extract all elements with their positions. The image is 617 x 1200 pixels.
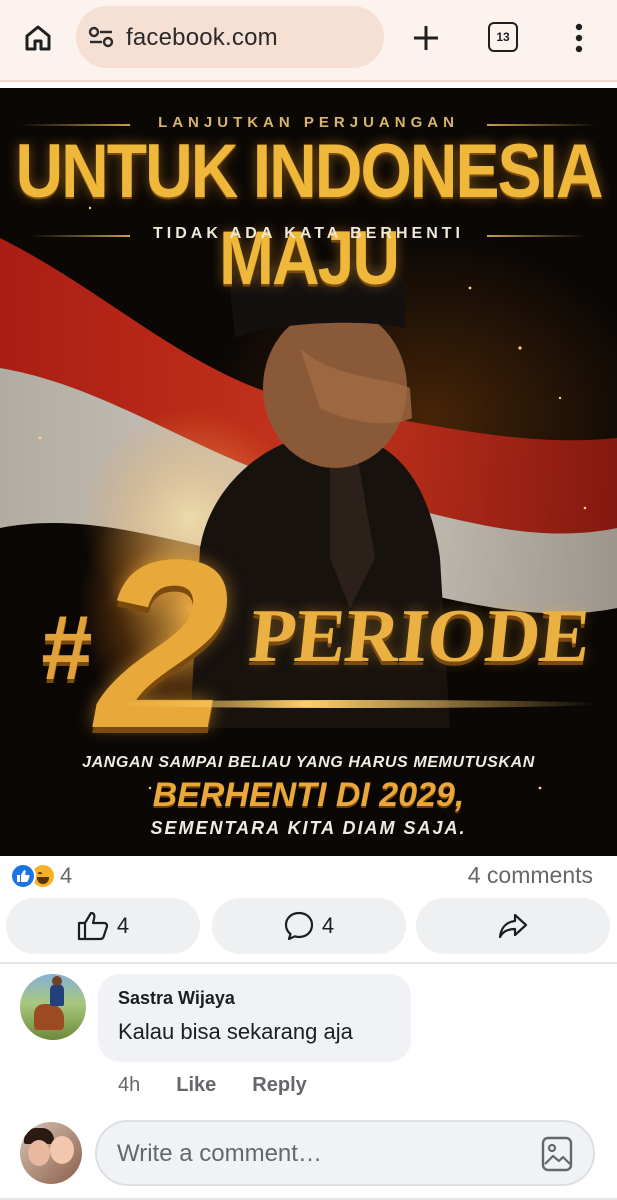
- section-divider: [0, 962, 617, 964]
- avatar-face-2: [50, 1136, 74, 1164]
- poster-swoosh: [110, 700, 600, 708]
- site-settings-icon[interactable]: [88, 25, 114, 49]
- poster-periode: PERIODE: [245, 594, 594, 678]
- poster-headline: UNTUK INDONESIA MAJU: [15, 127, 603, 301]
- toolbar-divider: [0, 80, 617, 82]
- poster-number: 2: [96, 510, 230, 778]
- tab-count: 13: [496, 30, 510, 44]
- comment-input-placeholder: Write a comment…: [117, 1140, 322, 1167]
- avatar-face-1: [28, 1140, 50, 1166]
- avatar-horse: [34, 1004, 64, 1030]
- like-count: 4: [116, 913, 130, 938]
- comment-like-link[interactable]: Like: [176, 1074, 216, 1097]
- comment-reply-link[interactable]: Reply: [252, 1074, 306, 1097]
- like-button[interactable]: 4: [6, 898, 200, 954]
- address-bar[interactable]: facebook.com: [76, 6, 384, 68]
- share-arrow-icon: [498, 913, 528, 939]
- poster-subheadline: TIDAK ADA KATA BERHENTI: [153, 225, 464, 242]
- image-icon[interactable]: [541, 1136, 573, 1172]
- avatar-head: [52, 976, 62, 986]
- poster-line-2: BERHENTI DI 2029,: [152, 776, 465, 814]
- tab-switcher-icon[interactable]: 13: [488, 22, 518, 52]
- reaction-count: 4: [60, 863, 73, 888]
- comment-button[interactable]: 4: [212, 898, 406, 954]
- poster-line-3: SEMENTARA KITA DIAM SAJA.: [150, 818, 467, 838]
- poster-line-1: JANGAN SAMPAI BELIAU YANG HARUS MEMUTUSK…: [82, 754, 535, 771]
- comment-input[interactable]: Write a comment…: [95, 1120, 595, 1186]
- comment-author[interactable]: Sastra Wijaya: [118, 988, 391, 1009]
- share-button[interactable]: [416, 898, 610, 954]
- browser-toolbar: facebook.com 13: [0, 0, 617, 80]
- reactions-summary[interactable]: 4: [10, 860, 72, 892]
- more-vert-icon[interactable]: [564, 18, 594, 58]
- comment-bubble-icon: [284, 911, 313, 941]
- poster-hash-symbol: #: [40, 597, 92, 699]
- current-user-avatar: [20, 1122, 82, 1184]
- comment-meta: 4h Like Reply: [118, 1074, 343, 1097]
- comments-count-link[interactable]: 4 comments: [468, 862, 593, 889]
- post-image[interactable]: LANJUTKAN PERJUANGAN UNTUK INDONESIA MAJ…: [0, 88, 617, 856]
- home-icon[interactable]: [18, 18, 58, 58]
- like-reaction-icon: [10, 863, 36, 889]
- new-tab-plus-icon[interactable]: [406, 18, 446, 58]
- comment-count: 4: [321, 913, 335, 938]
- commenter-avatar[interactable]: [20, 974, 86, 1040]
- avatar-rider: [50, 984, 64, 1006]
- url-text: facebook.com: [126, 24, 278, 51]
- comment-text: Kalau bisa sekarang aja: [118, 1019, 353, 1044]
- comment-bubble[interactable]: Sastra Wijaya Kalau bisa sekarang aja: [98, 974, 411, 1062]
- thumbs-up-icon: [77, 911, 108, 941]
- comment-time: 4h: [118, 1074, 141, 1096]
